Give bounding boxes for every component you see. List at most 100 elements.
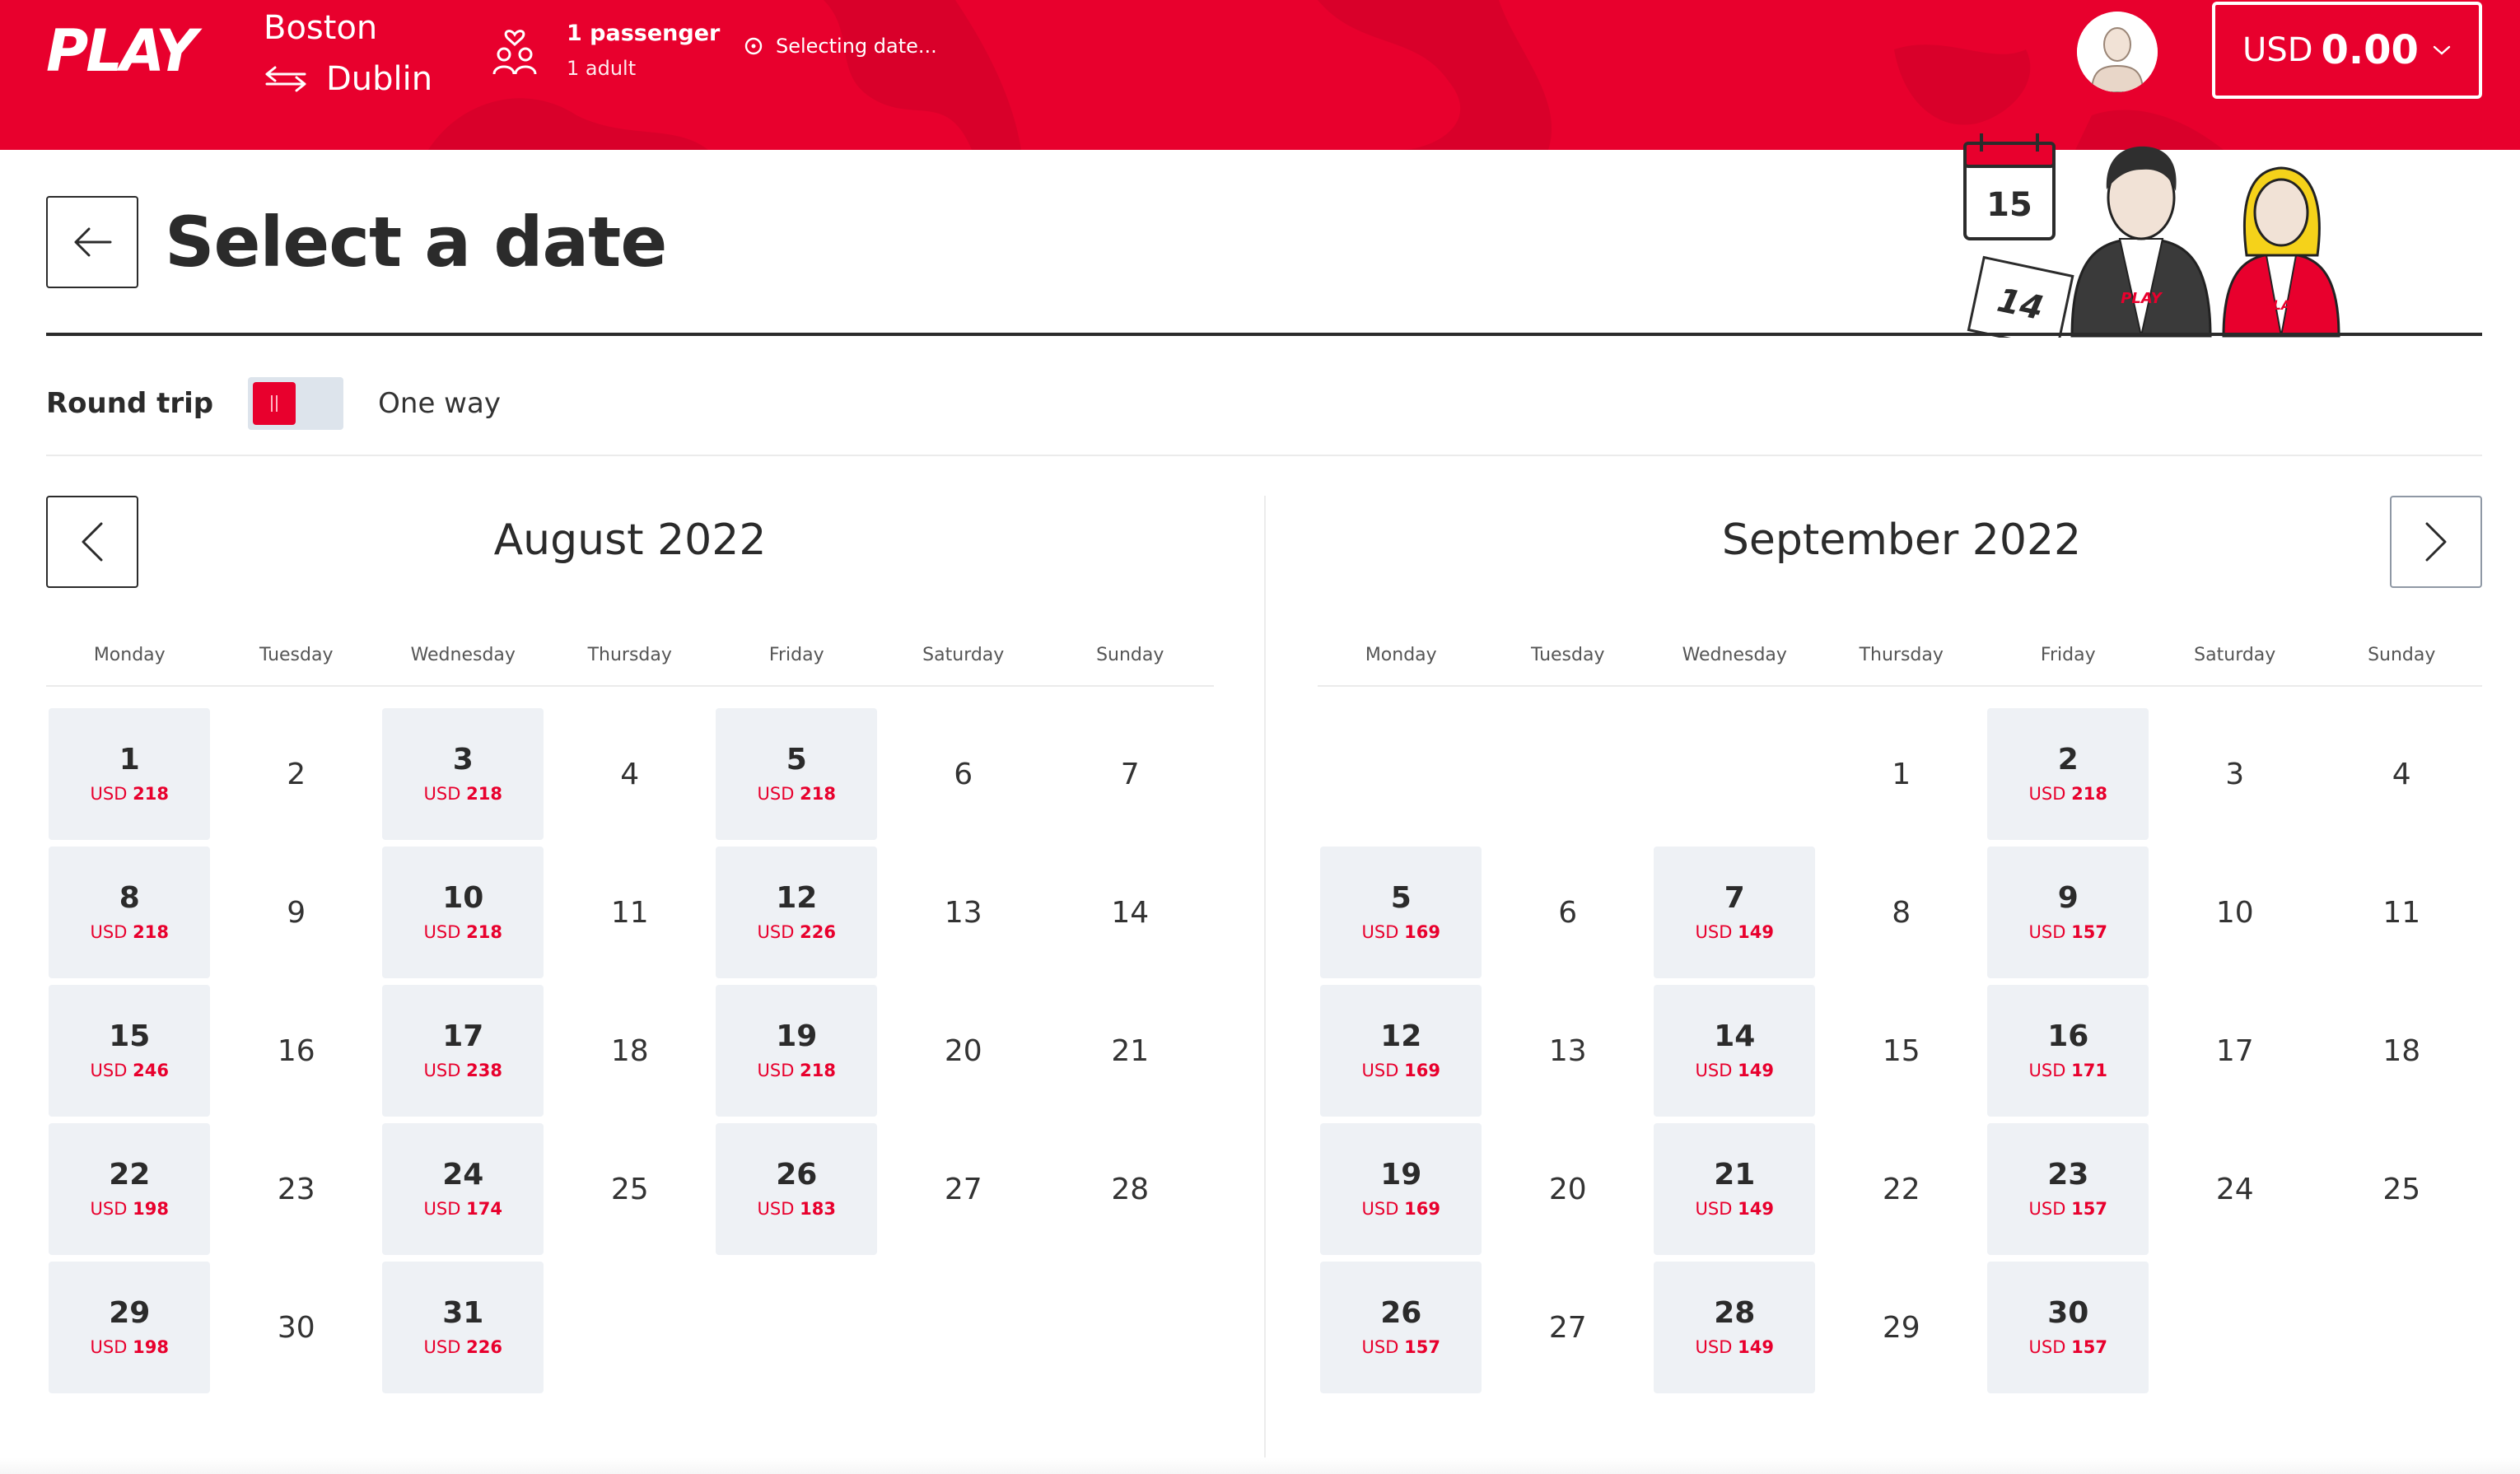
available-day-button[interactable]: 31 USD 226: [382, 1262, 544, 1393]
day-cell: 11: [547, 843, 714, 982]
round-trip-label[interactable]: Round trip: [46, 387, 213, 420]
price-amount: 149: [1738, 1199, 1774, 1219]
available-day-button[interactable]: 19 USD 218: [716, 985, 878, 1117]
passenger-summary[interactable]: 1 passenger 1 adult: [491, 20, 720, 82]
day-price: USD 157: [1362, 1335, 1440, 1360]
day-number: 19: [776, 1019, 818, 1053]
day-number: 16: [277, 1033, 315, 1068]
available-day-button[interactable]: 23 USD 157: [1987, 1123, 2149, 1255]
day-cell: 14 USD 149: [1651, 982, 1818, 1120]
day-cell: 26 USD 157: [1318, 1258, 1485, 1397]
day-cell: 16 USD 171: [1985, 982, 2152, 1120]
price-currency: USD: [1695, 1337, 1733, 1357]
day-number: 19: [1380, 1158, 1422, 1192]
day-price: USD 183: [758, 1196, 836, 1221]
shirt-logo-man: PLAY: [2121, 290, 2163, 307]
currency-code: USD: [2242, 31, 2313, 69]
day-cell: 21: [1047, 982, 1214, 1120]
day-number: 27: [1548, 1310, 1587, 1345]
chevron-down-icon: [2433, 45, 2451, 55]
day-number: 17: [2215, 1033, 2254, 1068]
available-day-button[interactable]: 16 USD 171: [1987, 985, 2149, 1117]
available-day-button[interactable]: 1 USD 218: [49, 708, 211, 840]
available-day-button[interactable]: 15 USD 246: [49, 985, 211, 1117]
available-day-button[interactable]: 12 USD 169: [1320, 985, 1482, 1117]
day-cell: 27: [1485, 1258, 1652, 1397]
day-number: 6: [954, 757, 973, 791]
available-day-button[interactable]: 19 USD 169: [1320, 1123, 1482, 1255]
weekday-label: Monday: [93, 645, 166, 665]
day-price: USD 198: [91, 1335, 169, 1360]
trip-type-toggle[interactable]: [248, 377, 344, 430]
back-button[interactable]: [46, 196, 138, 288]
price-currency: USD: [2028, 1337, 2066, 1357]
day-cell: 31 USD 226: [380, 1258, 547, 1397]
weekday-label: Friday: [2040, 645, 2096, 665]
one-way-label[interactable]: One way: [378, 387, 501, 420]
day-number: 11: [610, 895, 649, 930]
user-avatar[interactable]: [2077, 12, 2158, 92]
day-number: 18: [2382, 1033, 2421, 1068]
available-day-button[interactable]: 5 USD 169: [1320, 847, 1482, 978]
day-number: 14: [1111, 895, 1150, 930]
currency-basket-button[interactable]: USD 0.00: [2212, 2, 2482, 99]
available-day-button[interactable]: 2 USD 218: [1987, 708, 2149, 840]
day-cell: 25: [2318, 1120, 2485, 1258]
day-number: 1: [119, 743, 140, 777]
available-day-button[interactable]: 3 USD 218: [382, 708, 544, 840]
weekday-header-august: Monday Tuesday Wednesday Thursday Friday…: [46, 639, 1214, 672]
day-number: 8: [1892, 895, 1911, 930]
available-day-button[interactable]: 17 USD 238: [382, 985, 544, 1117]
day-price: USD 157: [2029, 920, 2107, 945]
available-day-button[interactable]: 7 USD 149: [1654, 847, 1816, 978]
day-cell: 7 USD 149: [1651, 843, 1818, 982]
day-number: 11: [2382, 895, 2421, 930]
available-day-button[interactable]: 8 USD 218: [49, 847, 211, 978]
day-price: USD 169: [1362, 1196, 1440, 1221]
price-amount: 171: [2071, 1061, 2107, 1080]
day-cell: 6: [880, 705, 1048, 843]
price-currency: USD: [90, 784, 128, 804]
day-price: USD 218: [424, 781, 502, 806]
day-cell: [1485, 705, 1652, 843]
day-cell: 19 USD 218: [713, 982, 880, 1120]
date-status: Selecting date...: [744, 35, 937, 58]
day-price: USD 246: [91, 1058, 169, 1083]
day-number: 2: [2057, 743, 2079, 777]
available-day-button[interactable]: 12 USD 226: [716, 847, 878, 978]
day-number: 26: [776, 1158, 818, 1192]
play-logo[interactable]: PLAY: [46, 18, 198, 84]
route-summary[interactable]: Boston Dublin: [264, 5, 432, 102]
price-amount: 169: [1404, 922, 1440, 942]
day-number: 31: [442, 1296, 484, 1330]
toggle-knob: [253, 382, 296, 425]
price-amount: 157: [2071, 1337, 2107, 1357]
day-cell: 20: [1485, 1120, 1652, 1258]
day-cell: 24 USD 174: [380, 1120, 547, 1258]
day-price: USD 218: [424, 920, 502, 945]
available-day-button[interactable]: 5 USD 218: [716, 708, 878, 840]
day-cell: 18: [547, 982, 714, 1120]
day-number: 7: [1120, 757, 1140, 791]
available-day-button[interactable]: 26 USD 183: [716, 1123, 878, 1255]
day-price: USD 218: [758, 1058, 836, 1083]
available-day-button[interactable]: 14 USD 149: [1654, 985, 1816, 1117]
day-cell: 25: [547, 1120, 714, 1258]
day-number: 26: [1380, 1296, 1422, 1330]
price-amount: 218: [466, 784, 502, 804]
month-title-august: August 2022: [493, 515, 767, 565]
available-day-button[interactable]: 10 USD 218: [382, 847, 544, 978]
available-day-button[interactable]: 26 USD 157: [1320, 1262, 1482, 1393]
available-day-button[interactable]: 21 USD 149: [1654, 1123, 1816, 1255]
day-price: USD 157: [2029, 1196, 2107, 1221]
available-day-button[interactable]: 24 USD 174: [382, 1123, 544, 1255]
price-currency: USD: [2028, 784, 2066, 804]
available-day-button[interactable]: 30 USD 157: [1987, 1262, 2149, 1393]
available-day-button[interactable]: 29 USD 198: [49, 1262, 211, 1393]
available-day-button[interactable]: 28 USD 149: [1654, 1262, 1816, 1393]
available-day-button[interactable]: 9 USD 157: [1987, 847, 2149, 978]
day-cell: 11: [2318, 843, 2485, 982]
available-day-button[interactable]: 22 USD 198: [49, 1123, 211, 1255]
weekday-divider: [46, 685, 1214, 687]
price-amount: 218: [466, 922, 502, 942]
